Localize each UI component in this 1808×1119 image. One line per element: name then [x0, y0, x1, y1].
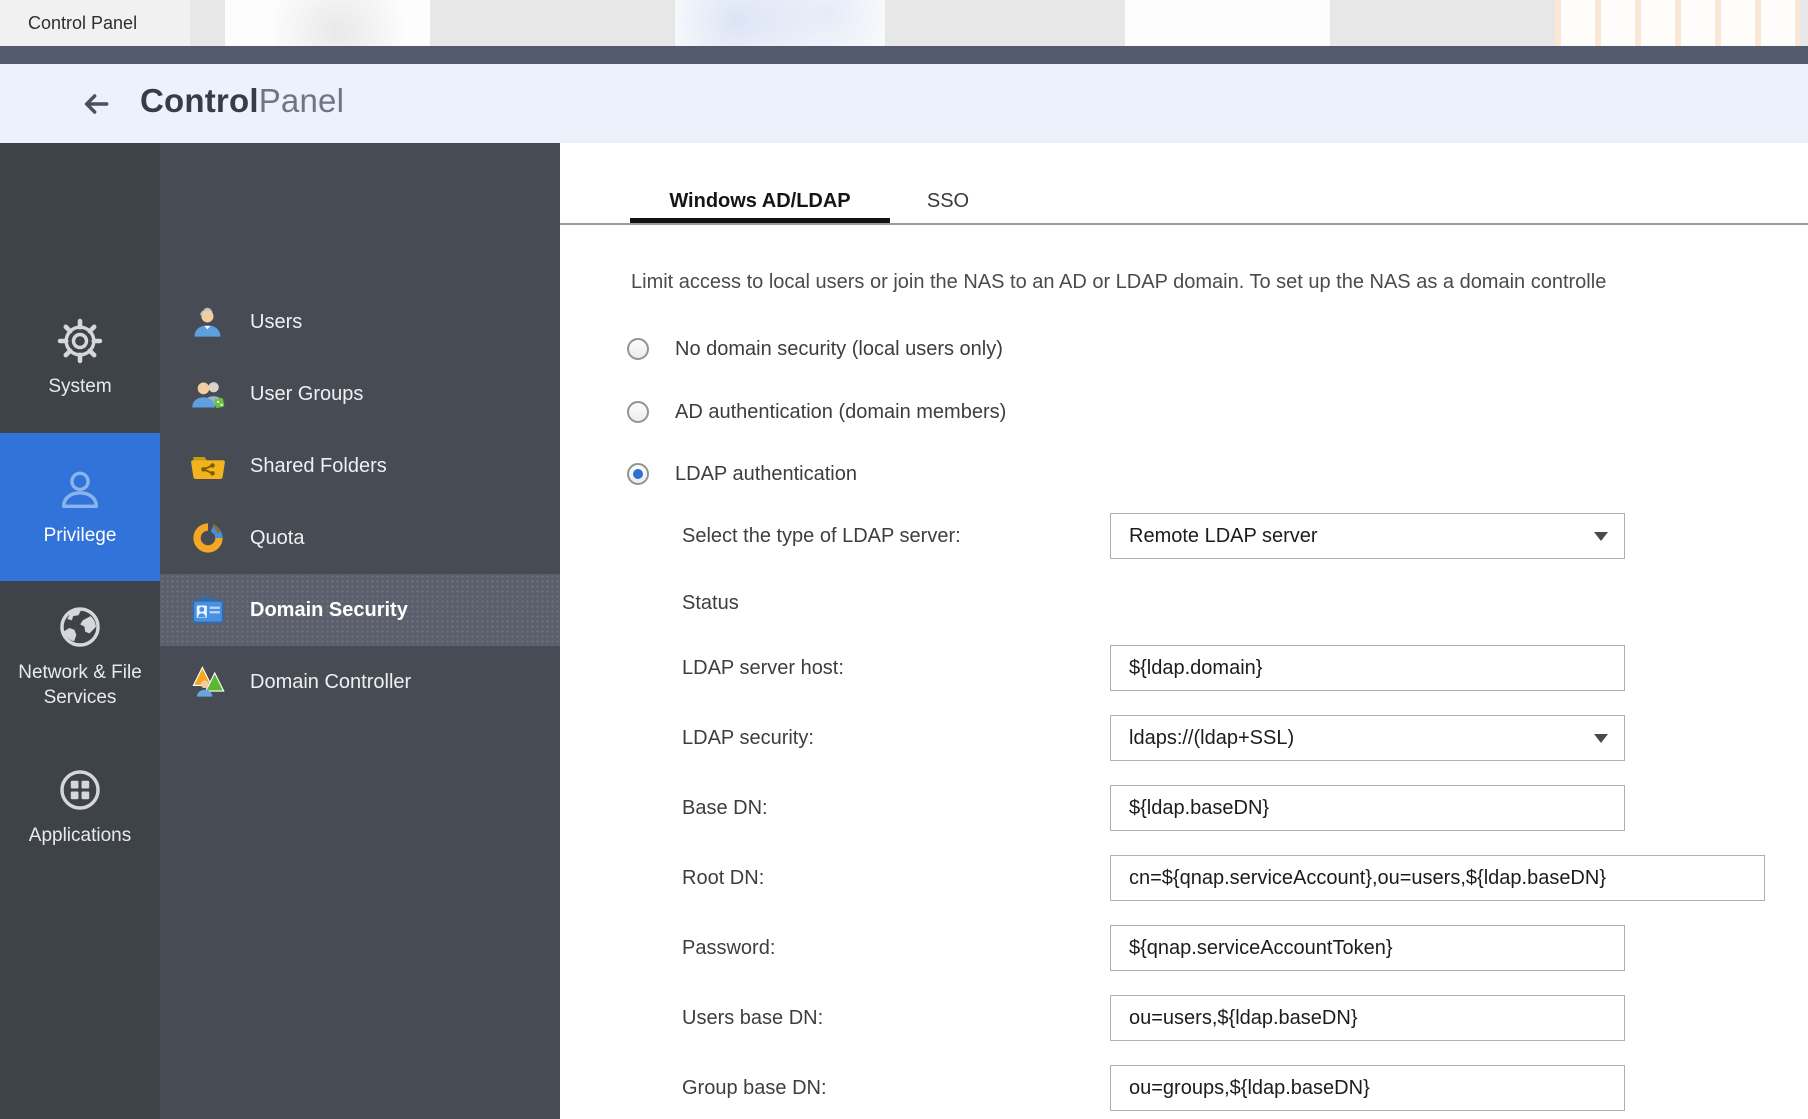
root-dn-row: Root DN: — [560, 855, 1808, 901]
field-label: LDAP server host: — [682, 645, 844, 691]
ldap-security-select[interactable]: ldaps://(ldap+SSL) — [1110, 715, 1625, 761]
menu-item-domain-security[interactable]: Domain Security — [160, 574, 560, 646]
domain-security-panel: Windows AD/LDAP SSO Limit access to loca… — [560, 143, 1808, 1119]
chevron-down-icon — [1594, 532, 1608, 541]
group-base-dn-input[interactable] — [1111, 1066, 1624, 1110]
radio-label: AD authentication (domain members) — [675, 401, 1006, 424]
tab-divider — [560, 223, 1808, 225]
page-title: ControlPanel — [140, 82, 344, 120]
menu-item-shared-folders[interactable]: Shared Folders — [160, 430, 560, 502]
field-label: Users base DN: — [682, 995, 823, 1041]
menu-item-label: Domain Controller — [250, 671, 411, 694]
taskbar: Control Panel — [0, 0, 1808, 46]
apps-grid-icon — [57, 767, 103, 813]
back-button[interactable] — [78, 86, 114, 122]
field-label: Select the type of LDAP server: — [682, 513, 961, 559]
root-dn-input[interactable] — [1111, 856, 1764, 900]
intro-text: Limit access to local users or join the … — [631, 265, 1808, 299]
radio-icon-selected[interactable] — [627, 463, 649, 485]
tab-sso[interactable]: SSO — [910, 181, 986, 221]
taskbar-app-thumbnail[interactable] — [675, 0, 885, 46]
radio-no-domain-security[interactable]: No domain security (local users only) — [627, 334, 1003, 364]
menu-item-label: Users — [250, 311, 302, 334]
person-icon — [57, 467, 103, 513]
radio-label: LDAP authentication — [675, 463, 857, 486]
sidebar-item-label: System — [48, 374, 111, 399]
sidebar-item-privilege[interactable]: Privilege — [0, 433, 160, 581]
base-dn-row: Base DN: — [560, 785, 1808, 831]
root-dn-field — [1110, 855, 1765, 901]
gear-icon — [57, 318, 103, 364]
sidebar-item-label: Applications — [29, 823, 131, 848]
ldap-server-type-select[interactable]: Remote LDAP server — [1110, 513, 1625, 559]
taskbar-app-thumbnail[interactable] — [225, 0, 430, 46]
ldap-server-host-input[interactable] — [1111, 646, 1624, 690]
users-base-dn-field — [1110, 995, 1625, 1041]
menu-item-user-groups[interactable]: User Groups — [160, 358, 560, 430]
tab-windows-ad-ldap[interactable]: Windows AD/LDAP — [630, 181, 890, 221]
radio-icon[interactable] — [627, 338, 649, 360]
field-label: Root DN: — [682, 855, 764, 901]
menu-item-label: Quota — [250, 527, 304, 550]
menu-item-domain-controller[interactable]: Domain Controller — [160, 646, 560, 718]
status-row: Status — [560, 580, 1808, 626]
ldap-server-host-row: LDAP server host: — [560, 645, 1808, 691]
quota-pie-icon — [190, 520, 226, 556]
taskbar-tab-label: Control Panel — [28, 13, 137, 34]
taskbar-tab-control-panel[interactable]: Control Panel — [0, 0, 190, 46]
menu-item-label: User Groups — [250, 383, 363, 406]
category-sidebar: System Privilege Network & File Services — [0, 143, 160, 1119]
domain-controller-icon — [190, 664, 226, 700]
select-value: Remote LDAP server — [1111, 514, 1594, 558]
menu-item-users[interactable]: Users — [160, 286, 560, 358]
users-base-dn-row: Users base DN: — [560, 995, 1808, 1041]
radio-ldap-authentication[interactable]: LDAP authentication — [627, 459, 857, 489]
radio-icon[interactable] — [627, 401, 649, 423]
page-header: ControlPanel — [0, 64, 1808, 143]
back-arrow-icon — [80, 88, 112, 120]
base-dn-input[interactable] — [1111, 786, 1624, 830]
sidebar-item-label: Network & File Services — [0, 660, 160, 710]
menu-item-label: Domain Security — [250, 599, 408, 622]
ldap-server-host-field — [1110, 645, 1625, 691]
field-label: Password: — [682, 925, 775, 971]
user-groups-icon — [190, 376, 226, 412]
menu-item-quota[interactable]: Quota — [160, 502, 560, 574]
radio-ad-authentication[interactable]: AD authentication (domain members) — [627, 397, 1006, 427]
status-label: Status — [682, 580, 739, 626]
group-base-dn-row: Group base DN: — [560, 1065, 1808, 1111]
sidebar-item-network-file-services[interactable]: Network & File Services — [0, 587, 160, 727]
select-value: ldaps://(ldap+SSL) — [1111, 716, 1594, 760]
privilege-menu: Users User Groups Shared Folders — [160, 143, 560, 1119]
password-row: Password: — [560, 925, 1808, 971]
group-base-dn-field — [1110, 1065, 1625, 1111]
taskbar-app-thumbnail[interactable] — [1555, 0, 1800, 46]
base-dn-field — [1110, 785, 1625, 831]
field-label: Base DN: — [682, 785, 768, 831]
taskbar-app-thumbnail[interactable] — [1125, 0, 1330, 46]
domain-security-badge-icon — [190, 592, 226, 628]
chevron-down-icon — [1594, 734, 1608, 743]
window-top-bar — [0, 46, 1808, 64]
sidebar-item-system[interactable]: System — [0, 298, 160, 418]
field-label: LDAP security: — [682, 715, 814, 761]
password-input[interactable] — [1111, 926, 1624, 970]
user-icon — [190, 304, 226, 340]
menu-item-label: Shared Folders — [250, 455, 387, 478]
ldap-security-row: LDAP security: ldaps://(ldap+SSL) — [560, 715, 1808, 761]
users-base-dn-input[interactable] — [1111, 996, 1624, 1040]
control-panel-window: Control Panel ControlPanel System — [0, 0, 1808, 1119]
globe-icon — [57, 604, 103, 650]
shared-folder-icon — [190, 448, 226, 484]
sidebar-item-applications[interactable]: Applications — [0, 742, 160, 872]
field-label: Group base DN: — [682, 1065, 827, 1111]
sidebar-item-label: Privilege — [44, 523, 117, 548]
ldap-server-type-row: Select the type of LDAP server: Remote L… — [560, 513, 1808, 559]
radio-label: No domain security (local users only) — [675, 338, 1003, 361]
password-field — [1110, 925, 1625, 971]
